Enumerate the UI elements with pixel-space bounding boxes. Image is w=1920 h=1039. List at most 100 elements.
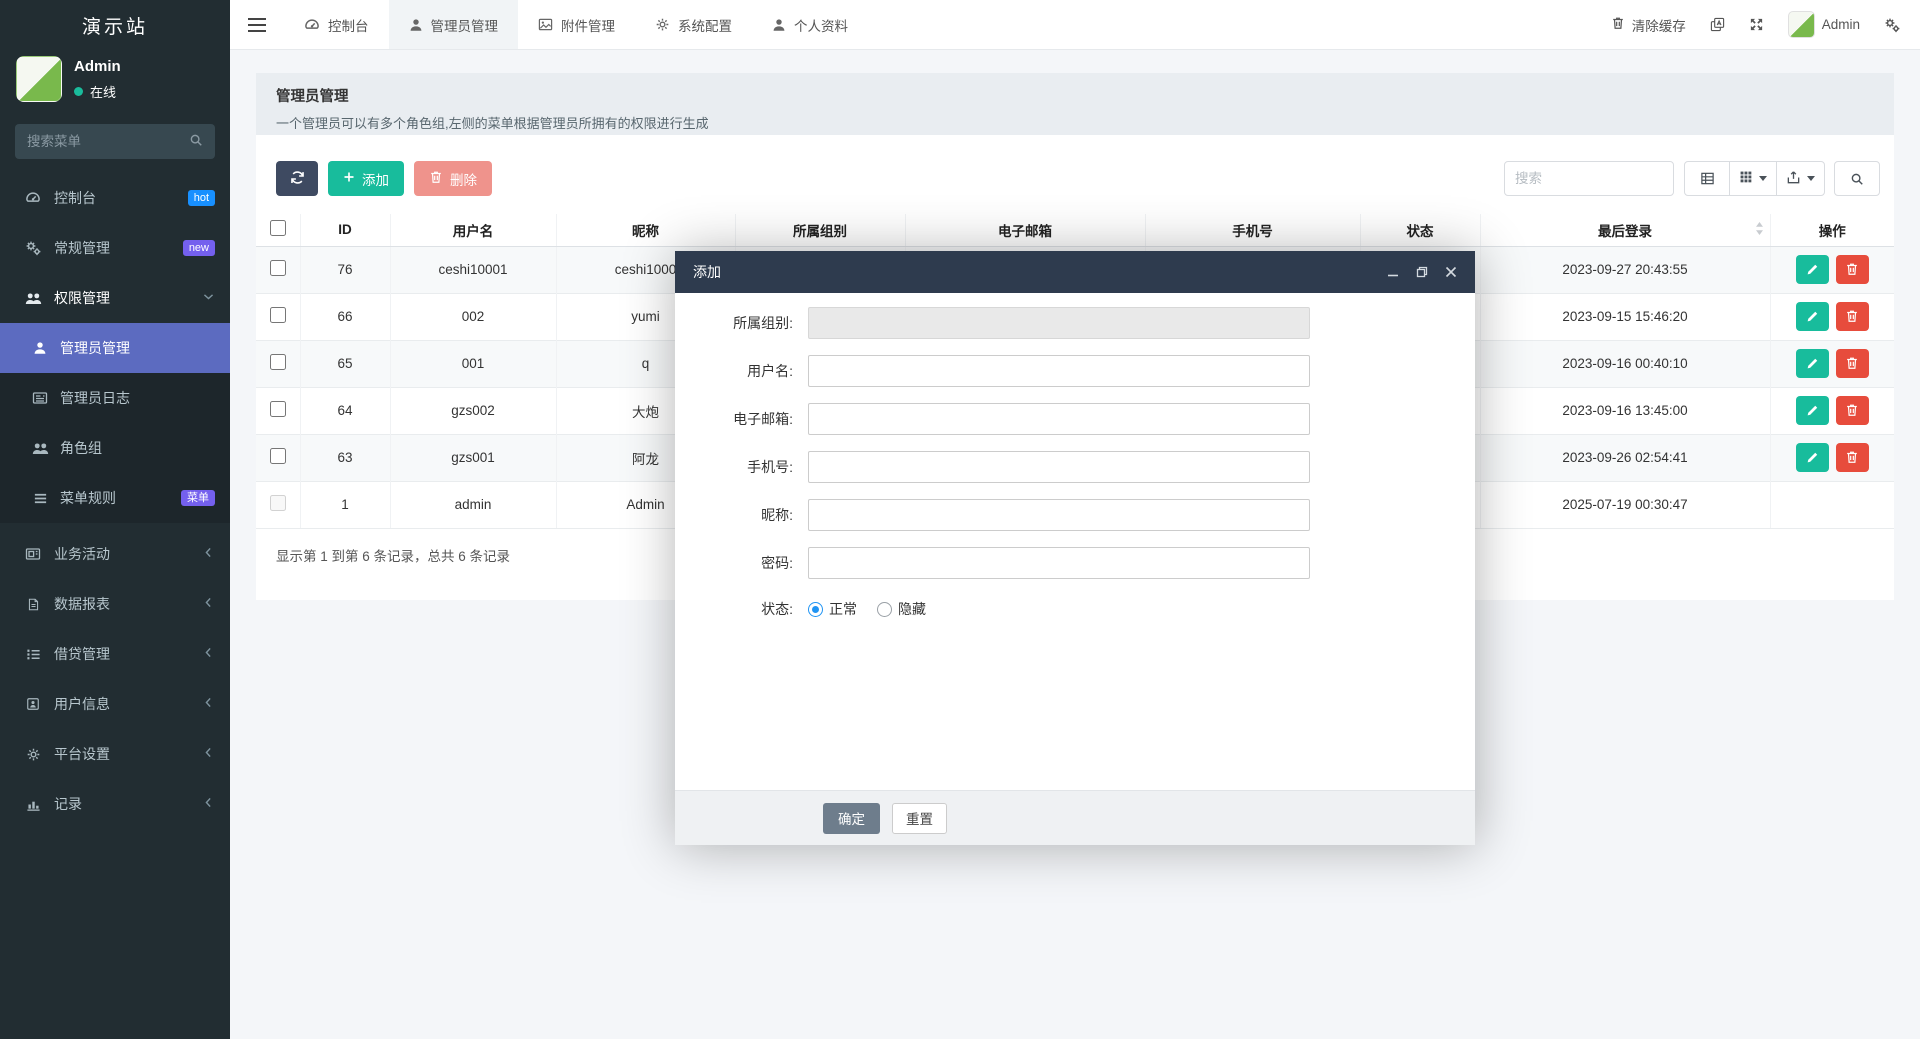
row-checkbox[interactable] [270,260,286,276]
sidebar-item-menu-rule[interactable]: 菜单规则菜单 [0,473,230,523]
minimize-glyph [1387,266,1399,278]
column-header-状态: 状态 [1360,214,1480,246]
hamburger-icon[interactable] [230,0,284,49]
sidebar-item-admin-manage[interactable]: 管理员管理 [0,323,230,373]
confirm-button[interactable]: 确定 [823,803,880,834]
delete-row-button[interactable] [1836,255,1869,284]
image-icon [538,17,553,32]
form-label: 所属组别: [675,313,808,333]
refresh-button[interactable] [276,161,318,196]
row-checkbox[interactable] [270,307,286,323]
form-input[interactable] [808,451,1310,483]
edit-button[interactable] [1796,443,1829,472]
edit-button[interactable] [1796,396,1829,425]
status-row: 状态:正常隐藏 [675,599,1475,620]
sidebar-item-general-manage[interactable]: 常规管理new [0,223,230,273]
edit-button[interactable] [1796,349,1829,378]
sidebar-item-business-activity[interactable]: 业务活动 [0,529,230,579]
radio-label: 正常 [829,599,857,619]
topbar-right: 清除缓存 Admin [1611,0,1920,49]
close-icon[interactable] [1445,266,1457,278]
form-input[interactable] [808,355,1310,387]
radio-icon[interactable] [808,602,823,617]
select-all-checkbox[interactable] [270,220,286,236]
sidebar-item-platform-setting[interactable]: 平台设置 [0,729,230,779]
form-label: 密码: [675,553,808,573]
sidebar-item-label: 管理员日志 [60,388,130,408]
column-header-用户名: 用户名 [390,214,556,246]
add-dialog: 添加 所属组别:用户名:电子邮箱:手机号:昵称:密码:状态:正常隐藏 确定 重置 [675,251,1475,845]
clear-cache-button[interactable]: 清除缓存 [1611,15,1686,35]
edit-button[interactable] [1796,255,1829,284]
users-icon [30,441,50,456]
sidebar-item-data-report[interactable]: 数据报表 [0,579,230,629]
minimize-icon[interactable] [1387,266,1399,278]
topbar-avatar [1788,11,1815,38]
row-checkbox[interactable] [270,401,286,417]
online-dot [74,87,83,96]
sidebar-item-dashboard[interactable]: 控制台hot [0,173,230,223]
add-button[interactable]: 添加 [328,161,404,196]
window-controls [1387,266,1457,278]
brand-title: 演示站 [0,0,230,50]
sidebar-item-admin-log[interactable]: 管理员日志 [0,373,230,423]
row-checkbox [270,495,286,511]
sidebar-item-user-info[interactable]: 用户信息 [0,679,230,729]
sidebar-item-label: 菜单规则 [60,488,116,508]
row-checkbox[interactable] [270,448,286,464]
sort-icon[interactable] [1755,222,1764,238]
common-search-button[interactable] [1834,161,1880,196]
tab-attachment[interactable]: 附件管理 [518,0,635,49]
tab-dashboard[interactable]: 控制台 [284,0,389,49]
delete-row-button[interactable] [1836,443,1869,472]
columns-button[interactable] [1729,161,1777,196]
delete-button[interactable]: 删除 [414,161,492,196]
user-menu[interactable]: Admin [1788,11,1860,38]
sidebar-item-role-group[interactable]: 角色组 [0,423,230,473]
sidebar-item-label: 平台设置 [54,744,110,764]
delete-row-button[interactable] [1836,396,1869,425]
radio-option-隐藏[interactable]: 隐藏 [877,599,926,619]
user-status-label: 在线 [90,82,116,101]
edit-button[interactable] [1796,302,1829,331]
pencil-icon [1806,263,1819,276]
sidebar-item-label: 用户信息 [54,694,110,714]
form-input[interactable] [808,403,1310,435]
refresh-icon [290,170,305,185]
maximize-glyph [1416,266,1428,278]
tab-profile[interactable]: 个人资料 [752,0,868,49]
reset-button[interactable]: 重置 [892,803,947,834]
form-input[interactable] [808,499,1310,531]
trash-icon [1845,262,1859,276]
delete-row-button[interactable] [1836,302,1869,331]
maximize-icon[interactable] [1416,266,1428,278]
form-input[interactable] [808,547,1310,579]
radio-icon[interactable] [877,602,892,617]
sidebar-item-label: 数据报表 [54,594,110,614]
language-icon[interactable] [1710,17,1725,32]
sidebar-item-record[interactable]: 记录 [0,779,230,829]
sidebar-item-auth-manage[interactable]: 权限管理 [0,273,230,323]
radio-option-正常[interactable]: 正常 [808,599,857,619]
delete-row-button[interactable] [1836,349,1869,378]
row-checkbox[interactable] [270,354,286,370]
column-header-电子邮箱: 电子邮箱 [905,214,1145,246]
toggle-view-button[interactable] [1684,161,1730,196]
form-row: 手机号: [675,451,1475,483]
settings-cogs-icon[interactable] [1884,17,1900,33]
columns-grid-icon [1739,170,1753,184]
fullscreen-icon[interactable] [1749,17,1764,32]
table-search-input[interactable] [1504,161,1674,196]
tab-admin-manage[interactable]: 管理员管理 [389,0,519,49]
cell-username: gzs002 [390,387,556,434]
export-button[interactable] [1776,161,1825,196]
sidebar-search-input[interactable] [27,134,189,149]
tab-system-config[interactable]: 系统配置 [635,0,752,49]
column-header-最后登录[interactable]: 最后登录 [1480,214,1770,246]
chevron-left-icon [202,596,215,612]
sidebar-item-loan-manage[interactable]: 借贷管理 [0,629,230,679]
dialog-body: 所属组别:用户名:电子邮箱:手机号:昵称:密码:状态:正常隐藏 [675,293,1475,790]
form-input[interactable] [808,307,1310,339]
header-checkbox-cell [256,214,300,246]
sidebar-item-label: 权限管理 [54,288,110,308]
